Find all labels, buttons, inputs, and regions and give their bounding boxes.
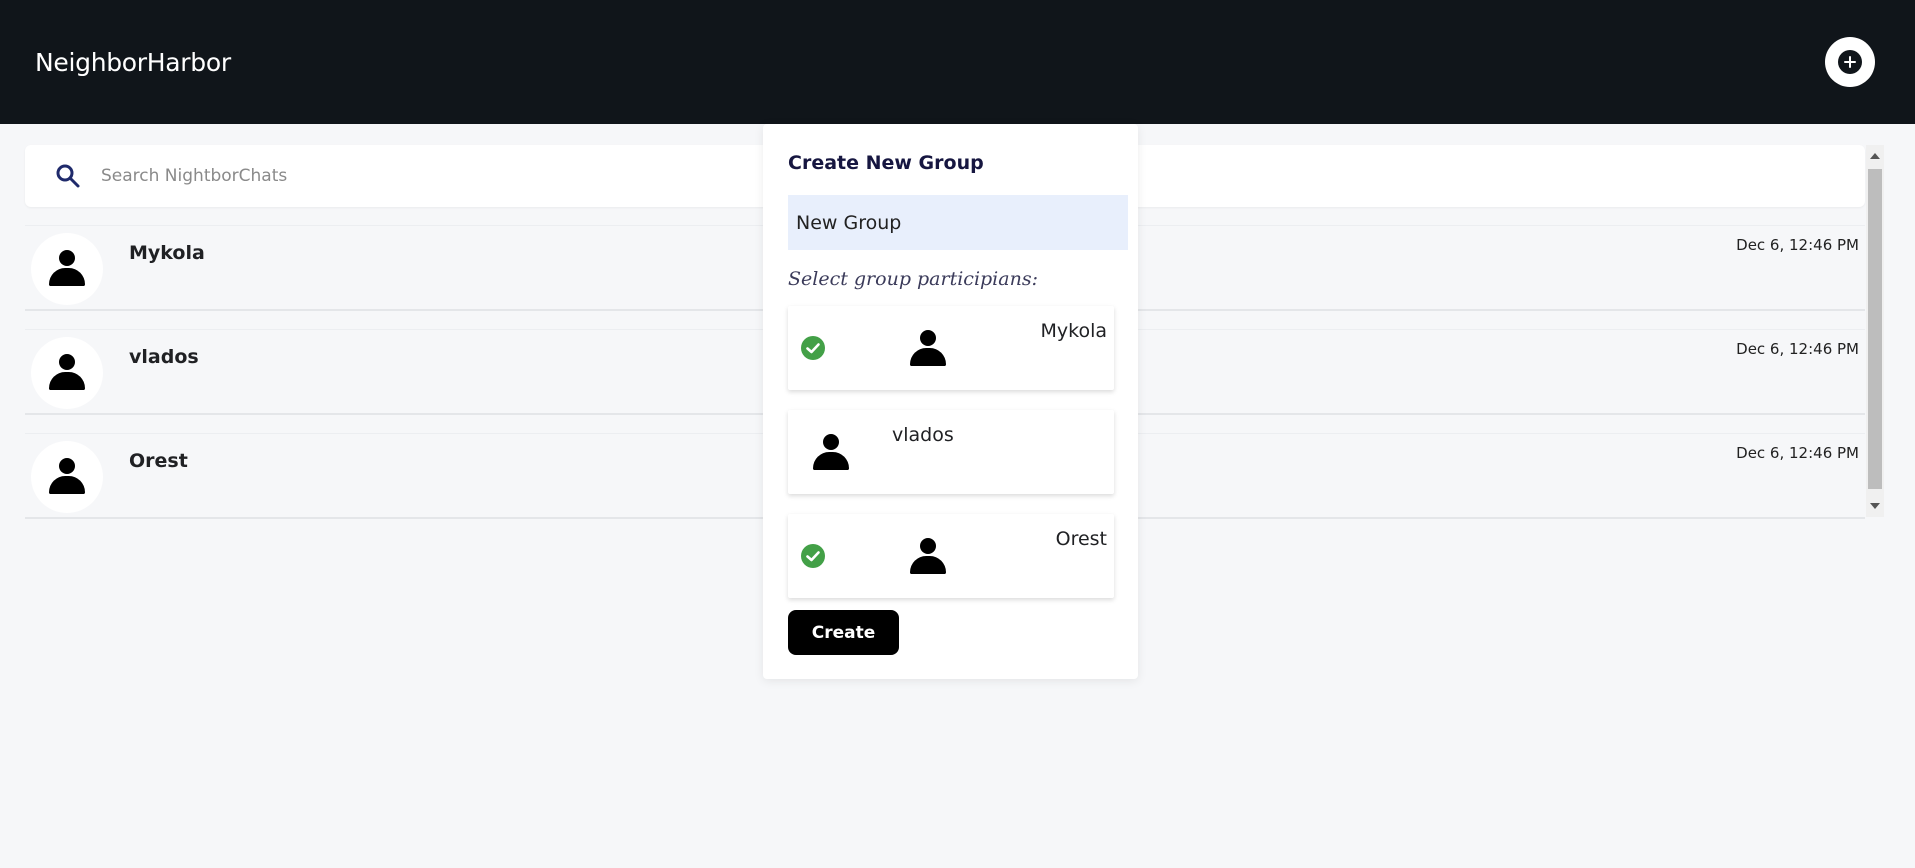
check-circle-icon bbox=[801, 336, 825, 360]
person-icon bbox=[813, 434, 849, 472]
participant-card-mykola[interactable]: Mykola bbox=[788, 306, 1114, 390]
check-circle-icon bbox=[801, 544, 825, 568]
plus-circle-icon bbox=[1838, 50, 1862, 74]
dialog-title: Create New Group bbox=[788, 152, 984, 174]
participant-card-orest[interactable]: Orest bbox=[788, 514, 1114, 598]
create-group-dialog: Create New Group Select group participia… bbox=[763, 124, 1138, 679]
chat-timestamp: Dec 6, 12:46 PM bbox=[1736, 340, 1859, 358]
scroll-down-icon[interactable] bbox=[1870, 503, 1880, 509]
person-icon bbox=[49, 250, 85, 288]
create-button[interactable]: Create bbox=[788, 610, 899, 655]
participant-name: Mykola bbox=[1040, 320, 1107, 342]
search-input[interactable] bbox=[99, 159, 699, 193]
chat-name: Orest bbox=[129, 450, 188, 472]
group-name-input[interactable] bbox=[788, 195, 1128, 250]
person-icon bbox=[910, 538, 946, 576]
chat-timestamp: Dec 6, 12:46 PM bbox=[1736, 444, 1859, 462]
participant-card-vlados[interactable]: vlados bbox=[788, 410, 1114, 494]
app-title: NeighborHarbor bbox=[35, 48, 231, 77]
avatar bbox=[31, 337, 103, 409]
participants-label: Select group participians: bbox=[788, 268, 1038, 290]
chat-name: Mykola bbox=[129, 242, 205, 264]
person-icon bbox=[49, 458, 85, 496]
chat-name: vlados bbox=[129, 346, 199, 368]
avatar bbox=[31, 441, 103, 513]
top-bar: NeighborHarbor bbox=[0, 0, 1915, 124]
add-chat-button[interactable] bbox=[1825, 37, 1875, 87]
participant-name: Orest bbox=[1055, 528, 1107, 550]
avatar bbox=[31, 233, 103, 305]
chat-timestamp: Dec 6, 12:46 PM bbox=[1736, 236, 1859, 254]
person-icon bbox=[910, 330, 946, 368]
chat-list-scrollbar[interactable] bbox=[1866, 145, 1884, 517]
scroll-up-icon[interactable] bbox=[1870, 153, 1880, 159]
person-icon bbox=[49, 354, 85, 392]
search-icon bbox=[56, 164, 80, 188]
scrollbar-thumb[interactable] bbox=[1868, 169, 1882, 489]
participant-name: vlados bbox=[892, 424, 954, 446]
